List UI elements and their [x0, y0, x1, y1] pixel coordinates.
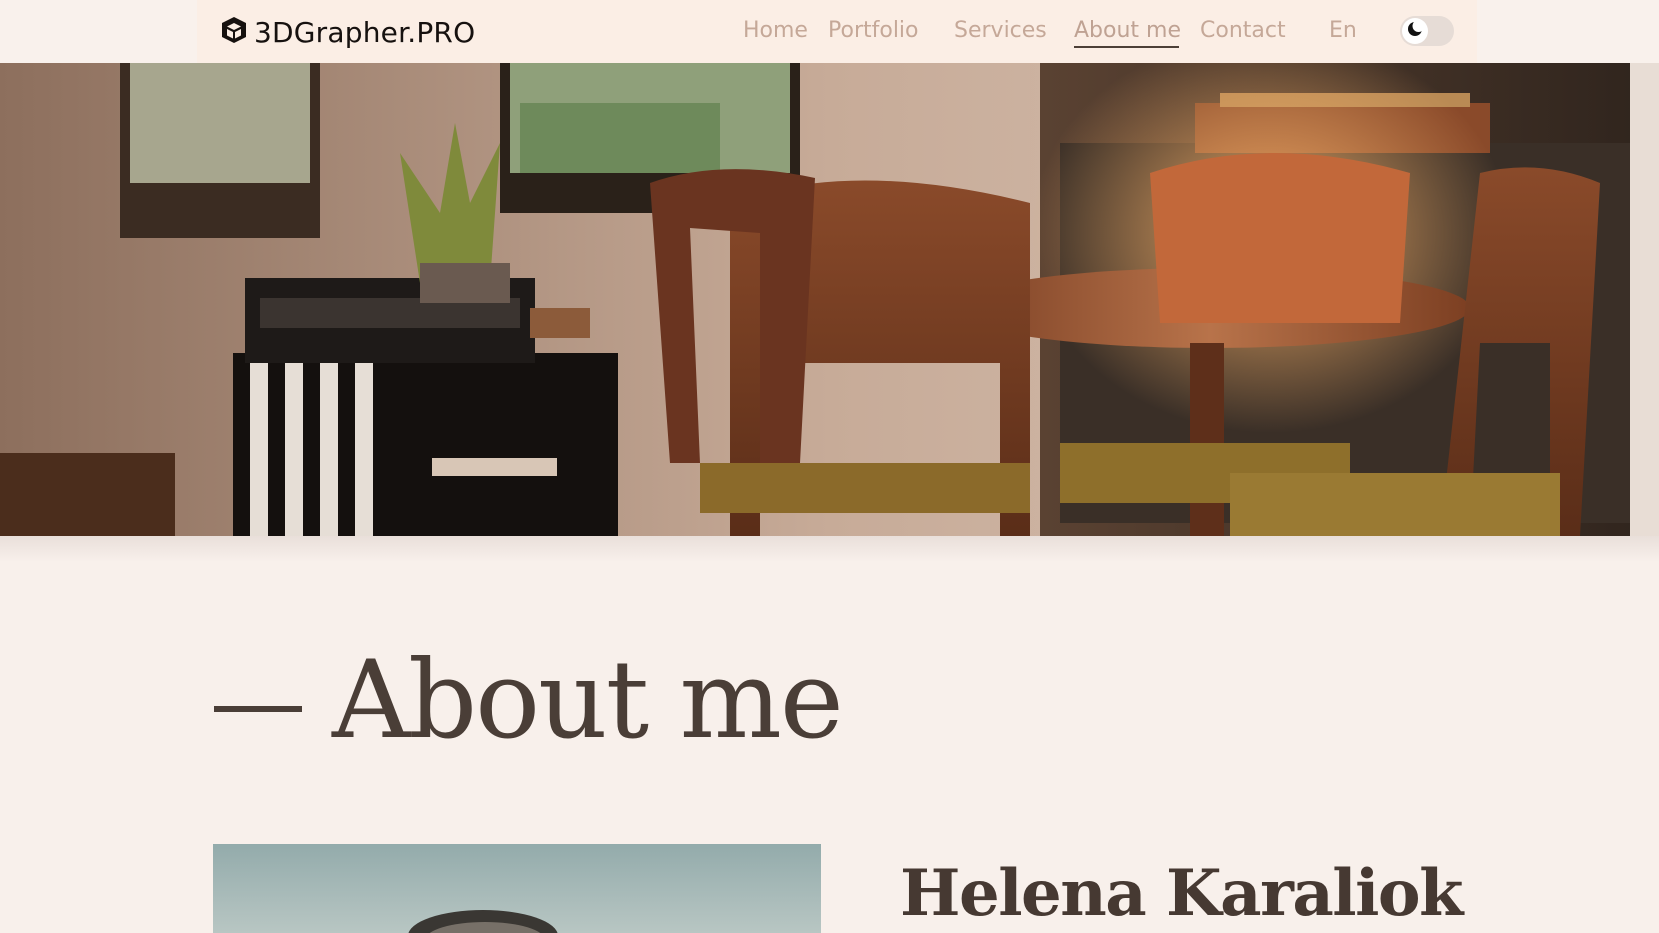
moon-icon [1407, 20, 1425, 41]
brand-logo-link[interactable]: 3DGrapher.PRO [220, 14, 475, 50]
brand-name: 3DGrapher.PRO [254, 15, 476, 49]
title-dash [214, 706, 302, 712]
nav-link-services[interactable]: Services [954, 18, 1047, 48]
active-nav-indicator [1074, 46, 1179, 48]
nav-link-about-me[interactable]: About me [1074, 18, 1181, 48]
theme-toggle[interactable] [1400, 16, 1454, 46]
hero-image [0, 63, 1659, 536]
person-name: Helena Karaliok [900, 856, 1463, 931]
about-title-text: About me [332, 637, 844, 763]
theme-toggle-knob [1402, 18, 1428, 44]
about-section-title: About me [214, 637, 844, 763]
hero-shadow [0, 536, 1659, 562]
nav-link-home[interactable]: Home [743, 18, 808, 48]
portrait-photo [213, 844, 821, 933]
language-switcher[interactable]: En [1329, 18, 1357, 48]
nav-link-contact[interactable]: Contact [1200, 18, 1286, 48]
nav-link-portfolio[interactable]: Portfolio [828, 18, 919, 48]
cube-icon [220, 15, 248, 49]
